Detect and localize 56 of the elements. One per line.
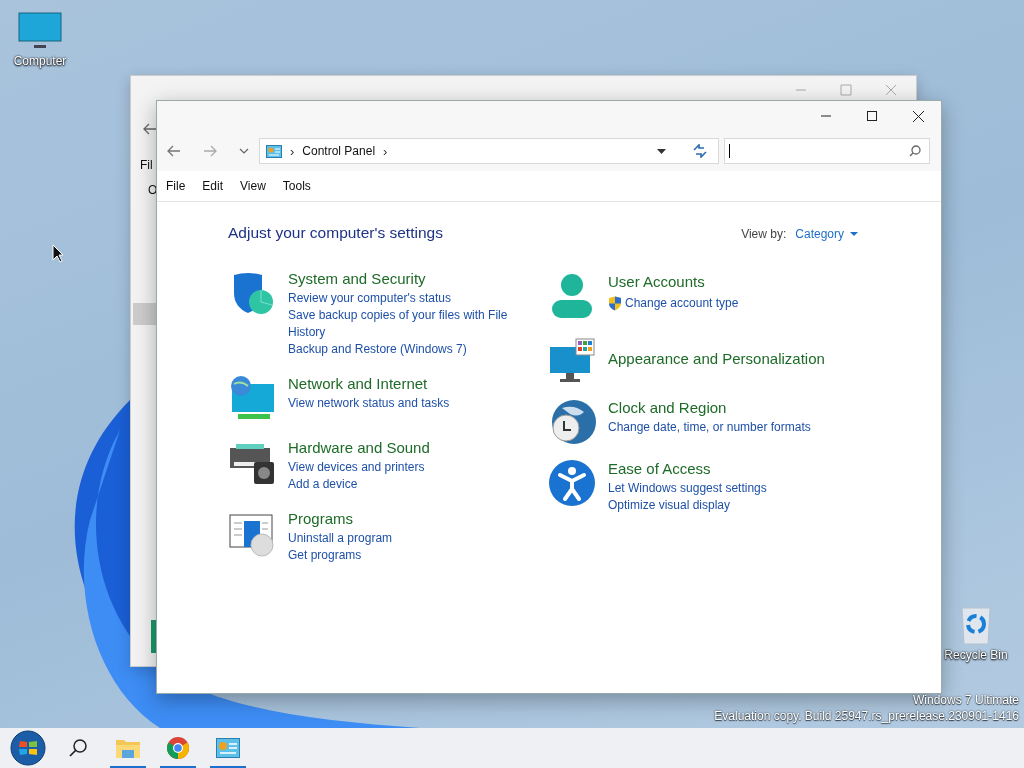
task-link[interactable]: Let Windows suggest settings: [608, 480, 858, 497]
address-bar[interactable]: › Control Panel ›: [259, 138, 719, 164]
control-panel-icon: [266, 144, 282, 158]
menu-item[interactable]: Tools: [282, 179, 319, 193]
search-field[interactable]: [724, 138, 930, 164]
caret-icon: [850, 232, 858, 236]
task-link[interactable]: Change account type: [625, 295, 739, 312]
category-title-link[interactable]: Network and Internet: [288, 374, 523, 393]
recycle-bin-icon[interactable]: [959, 606, 993, 646]
category-title-link[interactable]: Hardware and Sound: [288, 438, 523, 457]
dropdown-arrow-icon[interactable]: [657, 148, 666, 154]
task-link[interactable]: Add a device: [288, 476, 523, 493]
mouse-cursor-icon: [52, 244, 64, 263]
shield-icon: [608, 296, 622, 311]
network-monitor-icon[interactable]: [228, 374, 276, 422]
view-by-dropdown[interactable]: Category: [795, 227, 858, 241]
page-heading: Adjust your computer's settings: [228, 224, 444, 242]
category-title-link[interactable]: Appearance and Personalization: [608, 349, 858, 368]
task-link[interactable]: Optimize visual display: [608, 497, 858, 514]
breadcrumb-separator[interactable]: ›: [290, 143, 295, 159]
category-title-link[interactable]: Clock and Region: [608, 398, 858, 417]
monitor-palette-icon[interactable]: [548, 337, 596, 385]
task-link[interactable]: Backup and Restore (Windows 7): [288, 341, 523, 358]
breadcrumb-separator[interactable]: ›: [383, 143, 388, 159]
back-arrow-icon: [143, 123, 157, 135]
refresh-icon[interactable]: [692, 144, 708, 158]
chevron-down-icon[interactable]: [239, 148, 249, 154]
task-link[interactable]: Uninstall a program: [288, 530, 523, 547]
evaluation-watermark-text: Evaluation copy. Build 25947.rs_prerelease.230901-1416: [714, 708, 1019, 724]
address-segment[interactable]: Control Panel: [302, 144, 376, 158]
view-by-label: View by:: [741, 227, 787, 241]
accessibility-icon[interactable]: [548, 459, 596, 507]
search-icon: [909, 145, 921, 157]
task-link[interactable]: Save backup copies of your files with File History: [288, 307, 523, 341]
browser-icon[interactable]: [166, 736, 190, 760]
task-link[interactable]: Review your computer's status: [288, 290, 523, 307]
menu-item[interactable]: Edit: [202, 179, 232, 193]
category-title-link[interactable]: Programs: [288, 509, 523, 528]
maximize-icon: [867, 111, 877, 121]
menu-item[interactable]: Fil: [140, 158, 153, 172]
text-cursor: [729, 144, 730, 158]
menu-item[interactable]: View: [240, 179, 274, 193]
back-arrow-icon[interactable]: [167, 145, 181, 157]
task-link[interactable]: Get programs: [288, 547, 523, 564]
control-panel-icon[interactable]: [216, 738, 240, 758]
menu-item[interactable]: File: [166, 179, 194, 193]
task-link[interactable]: View network status and tasks: [288, 395, 523, 412]
close-icon: [912, 110, 924, 122]
category-title-link[interactable]: System and Security: [288, 269, 523, 288]
category-title-link[interactable]: User Accounts: [608, 272, 858, 291]
start-orb-icon[interactable]: [10, 730, 46, 766]
category-title-link[interactable]: Ease of Access: [608, 459, 858, 478]
task-link[interactable]: View devices and printers: [288, 459, 523, 476]
evaluation-watermark-text: Windows 7 Ultimate: [912, 692, 1019, 708]
search-icon[interactable]: [69, 739, 87, 757]
task-link[interactable]: Change date, time, or number formats: [608, 419, 858, 436]
